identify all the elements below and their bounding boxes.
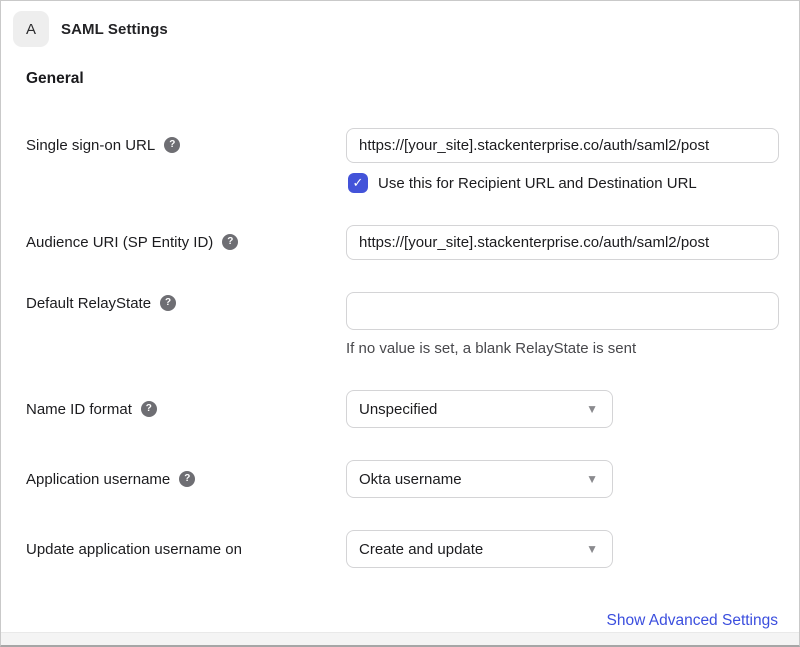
nameid-format-label: Name ID format — [26, 400, 132, 418]
chevron-down-icon: ▼ — [586, 472, 598, 486]
show-advanced-settings-link[interactable]: Show Advanced Settings — [607, 612, 778, 630]
update-username-label: Update application username on — [26, 540, 242, 558]
help-icon[interactable]: ? — [140, 401, 157, 417]
app-logo-badge: A — [13, 11, 49, 47]
nameid-format-label-row: Name ID format ? — [26, 399, 157, 419]
application-username-selected-value: Okta username — [359, 470, 462, 488]
help-icon[interactable]: ? — [222, 234, 239, 250]
application-username-label-row: Application username ? — [26, 469, 196, 489]
sso-url-label-row: Single sign-on URL ? — [26, 135, 181, 155]
help-icon[interactable]: ? — [160, 295, 177, 311]
sso-url-label: Single sign-on URL — [26, 136, 156, 154]
audience-uri-input[interactable] — [346, 225, 779, 260]
recipient-url-checkbox-label[interactable]: Use this for Recipient URL and Destinati… — [378, 174, 697, 193]
bottom-edge-strip — [1, 632, 799, 645]
relaystate-input[interactable] — [346, 292, 779, 330]
recipient-url-checkbox[interactable]: ✓ — [348, 173, 368, 193]
checkbox-check-icon: ✓ — [352, 175, 364, 190]
sso-url-input[interactable] — [346, 128, 779, 163]
application-username-label: Application username — [26, 470, 171, 488]
chevron-down-icon: ▼ — [586, 542, 598, 556]
update-username-selected-value: Create and update — [359, 540, 484, 558]
relaystate-label: Default RelayState — [26, 294, 152, 312]
section-heading-general: General — [26, 70, 84, 87]
nameid-format-selected-value: Unspecified — [359, 400, 438, 418]
help-icon[interactable]: ? — [164, 137, 181, 153]
relaystate-helper-text: If no value is set, a blank RelayState i… — [346, 340, 637, 357]
relaystate-label-row: Default RelayState ? — [26, 293, 177, 313]
application-username-select[interactable]: Okta username ▼ — [346, 460, 613, 498]
chevron-down-icon: ▼ — [586, 402, 598, 416]
nameid-format-select[interactable]: Unspecified ▼ — [346, 390, 613, 428]
audience-uri-label: Audience URI (SP Entity ID) — [26, 233, 214, 251]
update-username-select[interactable]: Create and update ▼ — [346, 530, 613, 568]
help-icon[interactable]: ? — [179, 471, 196, 487]
saml-settings-panel: A SAML Settings General Single sign-on U… — [0, 0, 800, 647]
page-title: SAML Settings — [61, 21, 168, 38]
audience-uri-label-row: Audience URI (SP Entity ID) ? — [26, 232, 239, 252]
update-username-label-row: Update application username on — [26, 539, 242, 559]
